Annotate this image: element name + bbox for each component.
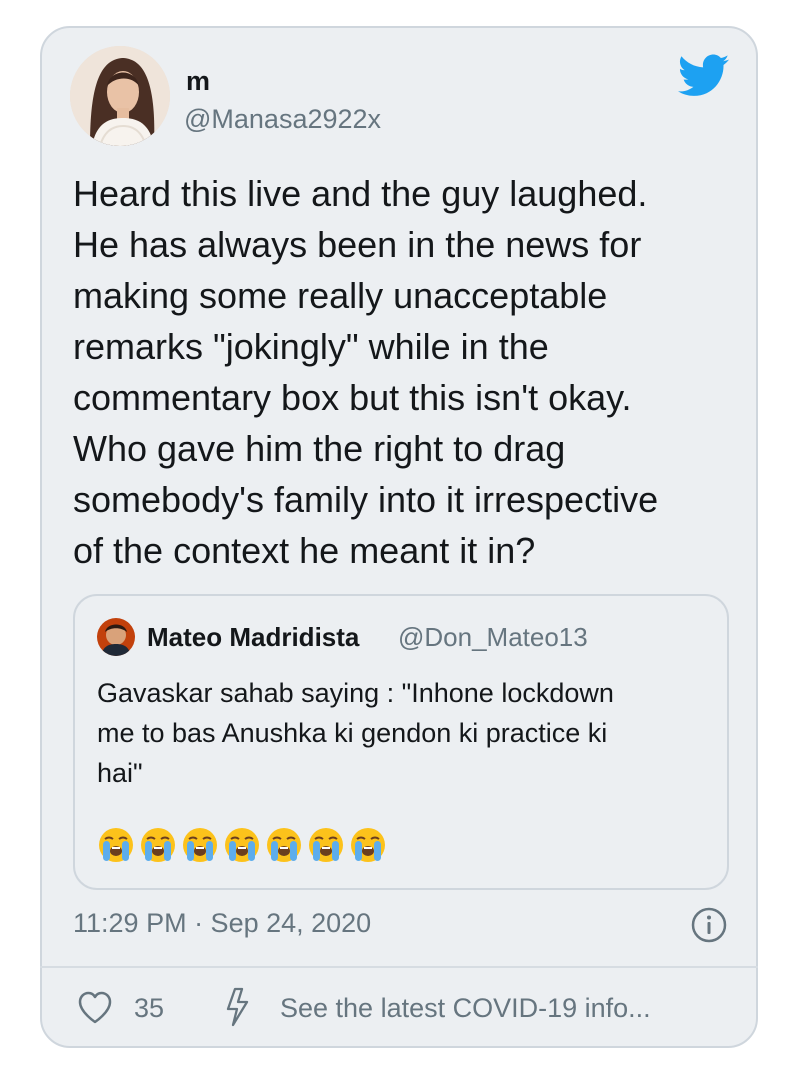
quoted-tweet-text: Gavaskar sahab saying : "Inhone lockdown… bbox=[97, 673, 707, 793]
quoted-text-line: me to bas Anushka ki gendon ki practice … bbox=[97, 718, 608, 748]
loudly-crying-face-icon bbox=[99, 828, 133, 862]
tweet-text: Heard this live and the guy laughed. He … bbox=[73, 168, 733, 576]
twitter-bird-icon[interactable] bbox=[678, 54, 730, 98]
like-count[interactable]: 35 bbox=[134, 991, 164, 1025]
tweet-text-line: commentary box but this isn't okay. bbox=[73, 377, 632, 418]
loudly-crying-face-icon bbox=[183, 828, 217, 862]
quoted-tweet[interactable]: Mateo Madridista @Don_Mateo13 Gavaskar s… bbox=[73, 594, 729, 890]
author-handle[interactable]: @Manasa2922x bbox=[184, 104, 381, 134]
info-icon[interactable] bbox=[690, 906, 728, 944]
tweet-text-line: somebody's family into it irrespective bbox=[73, 479, 659, 520]
tweet-text-line: remarks "jokingly" while in the bbox=[73, 326, 549, 367]
heart-icon[interactable] bbox=[76, 990, 114, 1026]
tweet-timestamp[interactable]: 11:29 PM · Sep 24, 2020 bbox=[73, 906, 371, 940]
tweet-text-line: He has always been in the news for bbox=[73, 224, 642, 265]
author-avatar[interactable] bbox=[70, 46, 170, 146]
emoji-row bbox=[97, 826, 387, 866]
quoted-author-name[interactable]: Mateo Madridista bbox=[147, 622, 359, 652]
quoted-author-handle[interactable]: @Don_Mateo13 bbox=[398, 622, 588, 652]
quoted-text-line: hai" bbox=[97, 758, 143, 788]
loudly-crying-face-icon bbox=[141, 828, 175, 862]
action-divider bbox=[40, 966, 758, 968]
loudly-crying-face-icon bbox=[225, 828, 259, 862]
tweet-text-line: of the context he meant it in? bbox=[73, 530, 536, 571]
tweet-text-line: making some really unacceptable bbox=[73, 275, 608, 316]
covid-info-link[interactable]: See the latest COVID-19 info... bbox=[280, 991, 651, 1025]
loudly-crying-face-icon bbox=[351, 828, 385, 862]
tweet-text-line: Heard this live and the guy laughed. bbox=[73, 173, 648, 214]
author-name[interactable]: m bbox=[186, 66, 210, 96]
lightning-bolt-icon bbox=[226, 987, 249, 1027]
loudly-crying-face-icon bbox=[309, 828, 343, 862]
tweet-text-line: Who gave him the right to drag bbox=[73, 428, 566, 469]
quoted-author-avatar[interactable] bbox=[97, 618, 135, 656]
loudly-crying-face-icon bbox=[267, 828, 301, 862]
quoted-text-line: Gavaskar sahab saying : "Inhone lockdown bbox=[97, 678, 614, 708]
